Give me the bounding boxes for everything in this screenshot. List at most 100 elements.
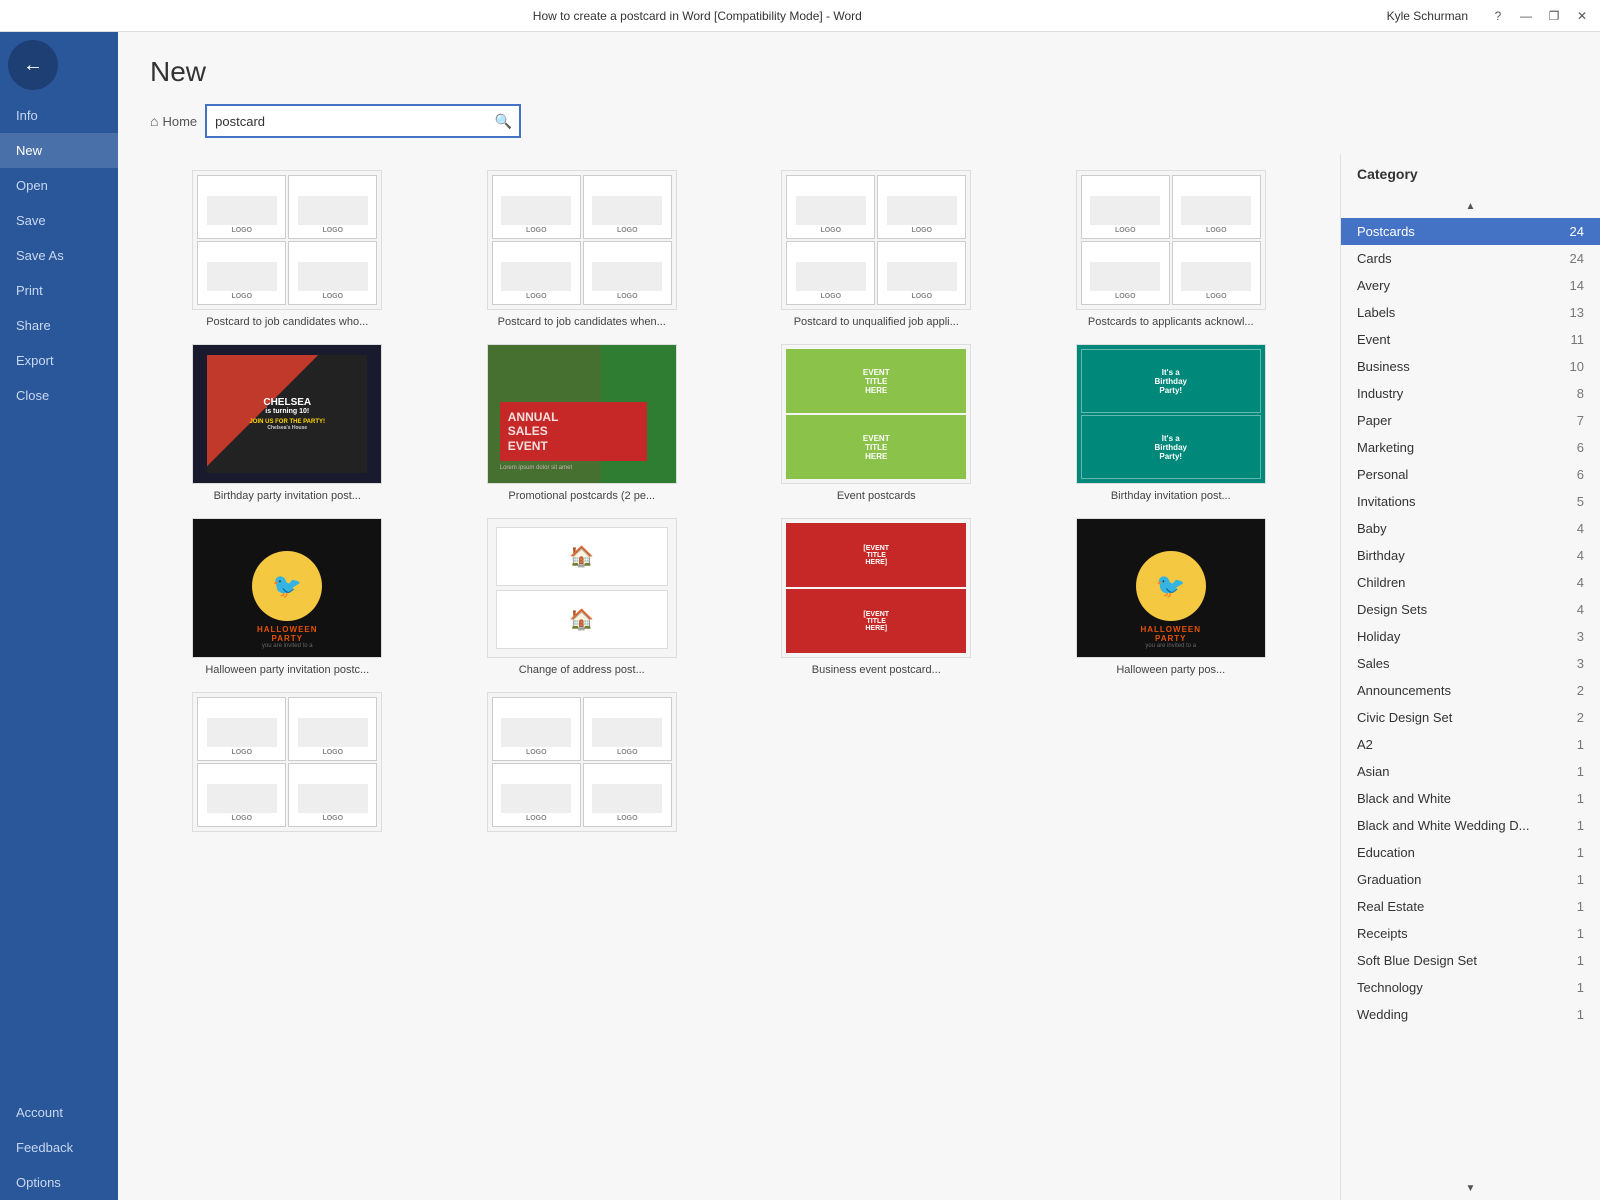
category-item-design-sets[interactable]: Design Sets 4 (1341, 596, 1600, 623)
scroll-up-arrow[interactable]: ▲ (1461, 198, 1481, 214)
category-item-cards[interactable]: Cards 24 (1341, 245, 1600, 272)
category-item-invitations[interactable]: Invitations 5 (1341, 488, 1600, 515)
category-label: Baby (1357, 521, 1387, 536)
category-item-sales[interactable]: Sales 3 (1341, 650, 1600, 677)
category-item-paper[interactable]: Paper 7 (1341, 407, 1600, 434)
category-count: 2 (1577, 683, 1584, 698)
sidebar-item-print[interactable]: Print (0, 273, 118, 308)
sidebar-item-new[interactable]: New (0, 133, 118, 168)
back-button[interactable]: ← (8, 40, 58, 90)
sidebar-item-save[interactable]: Save (0, 203, 118, 238)
category-item-industry[interactable]: Industry 8 (1341, 380, 1600, 407)
template-label: Promotional postcards (2 pe... (508, 490, 655, 502)
list-item[interactable]: ANNUALSALESEVENT Lorem ipsum dolor sit a… (445, 344, 720, 502)
category-label: Avery (1357, 278, 1390, 293)
category-item-avery[interactable]: Avery 14 (1341, 272, 1600, 299)
thumb-postcard-grid: LOGO LOGO LOGO LOGO (193, 171, 381, 309)
sidebar-item-open[interactable]: Open (0, 168, 118, 203)
search-input-wrap: 🔍 (205, 104, 521, 138)
list-item[interactable]: It's aBirthdayParty! It's aBirthdayParty… (1034, 344, 1309, 502)
template-label: Event postcards (837, 490, 916, 502)
category-item-black-white[interactable]: Black and White 1 (1341, 785, 1600, 812)
sidebar-item-export[interactable]: Export (0, 343, 118, 378)
sidebar-item-options[interactable]: Options (0, 1165, 118, 1200)
home-link[interactable]: ⌂ Home (150, 113, 197, 129)
category-label: Education (1357, 845, 1415, 860)
scroll-down-arrow[interactable]: ▼ (1461, 1180, 1481, 1196)
template-thumb: [EVENTTITLEHERE] [EVENTTITLEHERE] (781, 518, 971, 658)
close-button[interactable]: ✕ (1572, 6, 1592, 26)
category-count: 1 (1577, 764, 1584, 779)
category-item-graduation[interactable]: Graduation 1 (1341, 866, 1600, 893)
list-item[interactable]: 🏠 🏠 Change of address post... (445, 518, 720, 676)
titlebar: How to create a postcard in Word [Compat… (0, 0, 1600, 32)
category-item-receipts[interactable]: Receipts 1 (1341, 920, 1600, 947)
category-label: Birthday (1357, 548, 1405, 563)
category-item-asian[interactable]: Asian 1 (1341, 758, 1600, 785)
category-item-birthday[interactable]: Birthday 4 (1341, 542, 1600, 569)
sidebar-item-account[interactable]: Account (0, 1095, 118, 1130)
sidebar-item-feedback[interactable]: Feedback (0, 1130, 118, 1165)
scroll-up-area: ▲ (1341, 194, 1600, 218)
search-input[interactable] (207, 106, 487, 136)
category-label: Graduation (1357, 872, 1421, 887)
category-item-education[interactable]: Education 1 (1341, 839, 1600, 866)
category-scroll[interactable]: Postcards 24 Cards 24 Avery 14 Labels 13 (1341, 218, 1600, 1176)
category-item-black-white-wedding[interactable]: Black and White Wedding D... 1 (1341, 812, 1600, 839)
category-item-civic-design-set[interactable]: Civic Design Set 2 (1341, 704, 1600, 731)
template-label: Halloween party invitation postc... (205, 664, 369, 676)
list-item[interactable]: EVENTTITLEHERE EVENTTITLEHERE Event post… (739, 344, 1014, 502)
list-item[interactable]: [EVENTTITLEHERE] [EVENTTITLEHERE] Busine… (739, 518, 1014, 676)
page-title: New (150, 56, 1568, 88)
list-item[interactable]: 🐦 HALLOWEENPARTY you are invited to a Ha… (150, 518, 425, 676)
search-button[interactable]: 🔍 (487, 106, 519, 136)
list-item[interactable]: LOGO LOGO LOGO LOGO Postcard to unqualif… (739, 170, 1014, 328)
list-item[interactable]: LOGO LOGO LOGO LOGO (445, 692, 720, 832)
sidebar-item-info[interactable]: Info (0, 98, 118, 133)
list-item[interactable]: LOGO LOGO LOGO LOGO Postcards to applica… (1034, 170, 1309, 328)
category-label: Children (1357, 575, 1405, 590)
category-item-children[interactable]: Children 4 (1341, 569, 1600, 596)
template-label: Halloween party pos... (1116, 664, 1225, 676)
category-item-labels[interactable]: Labels 13 (1341, 299, 1600, 326)
category-panel: Category ▲ Postcards 24 Cards 24 Avery (1340, 154, 1600, 1200)
category-item-marketing[interactable]: Marketing 6 (1341, 434, 1600, 461)
category-label: A2 (1357, 737, 1373, 752)
help-button[interactable]: ? (1488, 6, 1508, 26)
category-count: 1 (1577, 1007, 1584, 1022)
category-count: 1 (1577, 872, 1584, 887)
home-label: Home (162, 114, 197, 129)
sidebar-item-saveas[interactable]: Save As (0, 238, 118, 273)
minimize-button[interactable]: — (1516, 6, 1536, 26)
category-item-personal[interactable]: Personal 6 (1341, 461, 1600, 488)
category-label: Wedding (1357, 1007, 1408, 1022)
sidebar-item-close[interactable]: Close (0, 378, 118, 413)
category-item-wedding[interactable]: Wedding 1 (1341, 1001, 1600, 1028)
category-item-business[interactable]: Business 10 (1341, 353, 1600, 380)
list-item[interactable]: 🐦 HALLOWEENPARTY you are invited to a Ha… (1034, 518, 1309, 676)
category-item-event[interactable]: Event 11 (1341, 326, 1600, 353)
template-label: Business event postcard... (812, 664, 941, 676)
thumb-birthday: CHELSEA is turning 10! JOIN US FOR THE P… (193, 345, 381, 483)
list-item[interactable]: LOGO LOGO LOGO LOGO (150, 692, 425, 832)
category-count: 24 (1570, 224, 1584, 239)
category-item-technology[interactable]: Technology 1 (1341, 974, 1600, 1001)
category-item-announcements[interactable]: Announcements 2 (1341, 677, 1600, 704)
category-item-a2[interactable]: A2 1 (1341, 731, 1600, 758)
template-thumb: 🐦 HALLOWEENPARTY you are invited to a (192, 518, 382, 658)
sidebar-item-share[interactable]: Share (0, 308, 118, 343)
template-label: Postcard to job candidates when... (498, 316, 666, 328)
template-thumb: LOGO LOGO LOGO LOGO (192, 692, 382, 832)
category-label: Black and White (1357, 791, 1451, 806)
category-item-real-estate[interactable]: Real Estate 1 (1341, 893, 1600, 920)
category-count: 4 (1577, 602, 1584, 617)
category-item-postcards[interactable]: Postcards 24 (1341, 218, 1600, 245)
template-thumb: LOGO LOGO LOGO LOGO (192, 170, 382, 310)
list-item[interactable]: LOGO LOGO LOGO LOGO Postcard to job cand… (150, 170, 425, 328)
list-item[interactable]: CHELSEA is turning 10! JOIN US FOR THE P… (150, 344, 425, 502)
restore-button[interactable]: ❐ (1544, 6, 1564, 26)
category-item-baby[interactable]: Baby 4 (1341, 515, 1600, 542)
category-item-holiday[interactable]: Holiday 3 (1341, 623, 1600, 650)
category-item-soft-blue[interactable]: Soft Blue Design Set 1 (1341, 947, 1600, 974)
list-item[interactable]: LOGO LOGO LOGO LOGO Postcard to job cand… (445, 170, 720, 328)
